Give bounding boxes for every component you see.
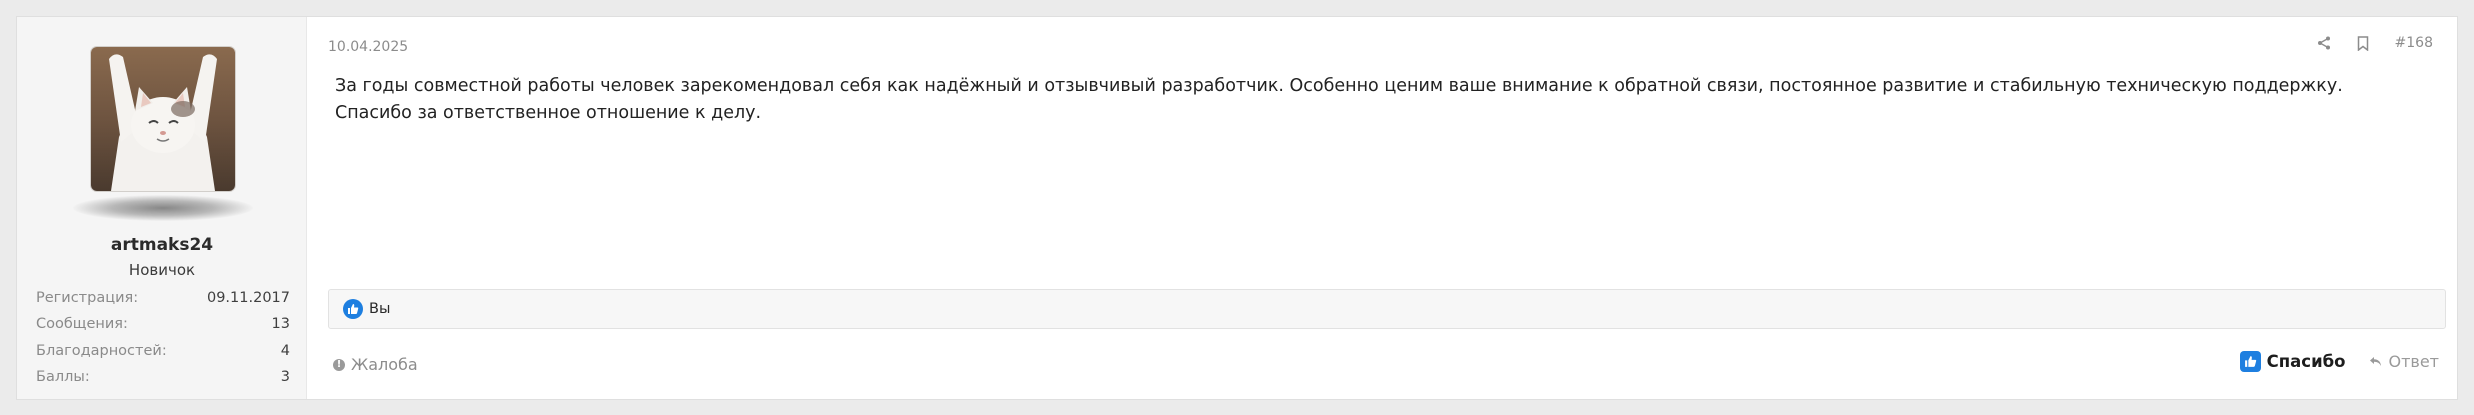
message-post: artmaks24 Новичок Регистрация: 09.11.201… xyxy=(16,16,2458,400)
bookmark-icon[interactable] xyxy=(2357,35,2369,51)
reactions-bar[interactable]: Вы xyxy=(328,289,2446,329)
stat-value: 13 xyxy=(271,316,290,333)
stat-value: 09.11.2017 xyxy=(206,290,290,306)
reply-button[interactable]: Ответ xyxy=(2365,348,2443,375)
post-footer-actions: Спасибо Ответ xyxy=(2234,347,2443,376)
thumbs-up-icon xyxy=(343,299,363,319)
stat-label: Благодарностей: xyxy=(36,342,167,359)
user-info-panel: artmaks24 Новичок Регистрация: 09.11.201… xyxy=(17,17,307,399)
post-date[interactable]: 10.04.2025 xyxy=(328,39,408,55)
avatar[interactable] xyxy=(91,47,235,191)
stat-value: 4 xyxy=(280,342,290,359)
stat-registration: Регистрация: 09.11.2017 xyxy=(36,285,290,311)
post-number[interactable]: #168 xyxy=(2395,35,2433,51)
stat-label: Регистрация: xyxy=(36,290,139,306)
warning-icon: ! xyxy=(333,358,345,371)
reply-label: Ответ xyxy=(2388,352,2439,371)
stat-points: Баллы: 3 xyxy=(36,364,290,390)
stat-value: 3 xyxy=(280,369,290,386)
stat-thanks: Благодарностей: 4 xyxy=(36,338,290,364)
reply-icon xyxy=(2369,352,2382,371)
report-link[interactable]: ! Жалоба xyxy=(333,355,418,374)
share-icon[interactable] xyxy=(2317,36,2331,50)
post-content: За годы совместной работы человек зареко… xyxy=(335,76,2343,123)
user-stats: Регистрация: 09.11.2017 Сообщения: 13 Бл… xyxy=(36,285,290,391)
post-header-actions: #168 xyxy=(2317,35,2433,51)
user-title: Новичок xyxy=(128,261,196,279)
reactions-users[interactable]: Вы xyxy=(369,301,390,317)
stat-messages: Сообщения: 13 xyxy=(36,311,290,337)
username[interactable]: artmaks24 xyxy=(17,235,307,255)
thumbs-up-icon xyxy=(2239,351,2261,372)
thanks-label: Спасибо xyxy=(2266,352,2346,371)
report-label: Жалоба xyxy=(351,355,418,374)
thanks-button[interactable]: Спасибо xyxy=(2234,347,2352,376)
avatar-shadow xyxy=(73,195,253,221)
stat-label: Баллы: xyxy=(36,369,90,386)
stat-label: Сообщения: xyxy=(36,316,128,333)
